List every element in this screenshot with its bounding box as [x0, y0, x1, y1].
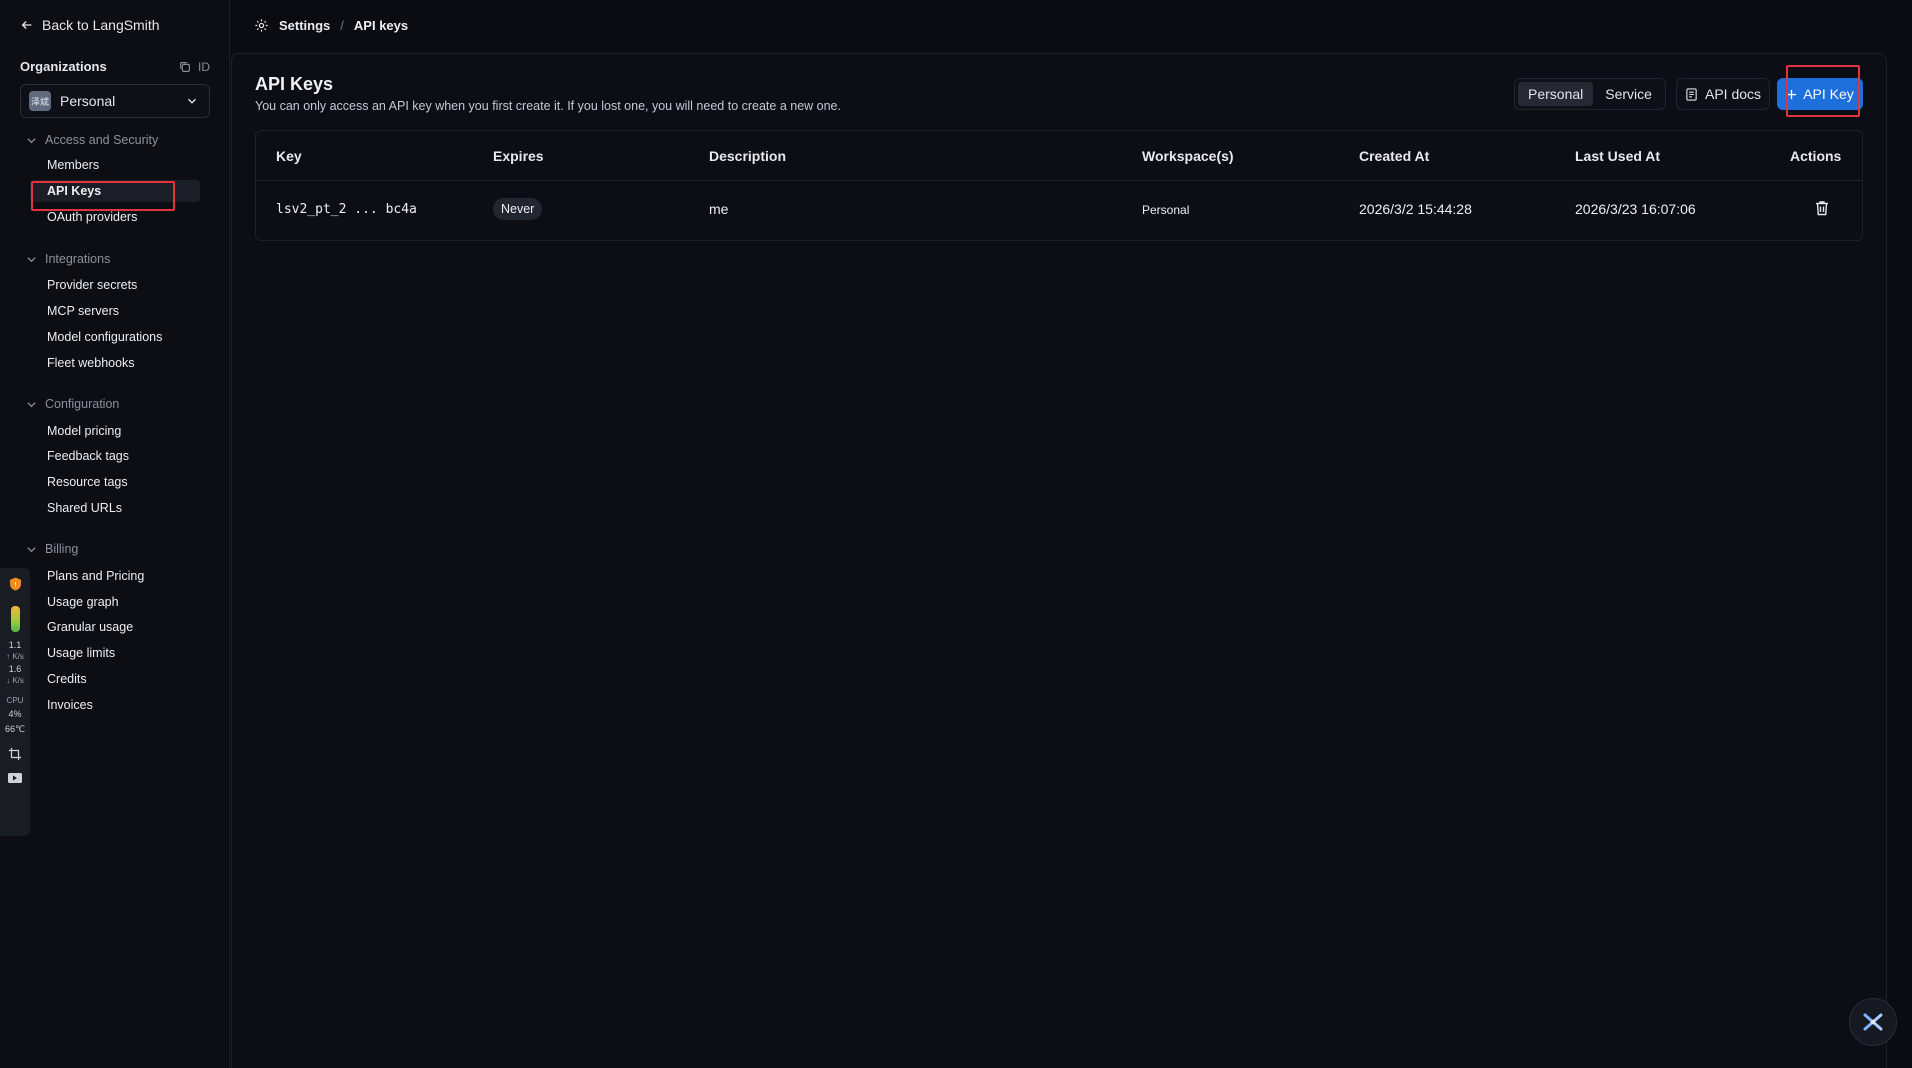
assistant-fab[interactable] — [1849, 998, 1897, 1046]
nav-group-header[interactable]: Configuration — [26, 397, 119, 411]
sidebar-item-usage-graph[interactable]: Usage graph — [47, 595, 119, 609]
sidebar-item-feedback-tags[interactable]: Feedback tags — [47, 449, 129, 463]
table-header: Key Expires Description Workspace(s) Cre… — [256, 131, 1862, 181]
sidebar-item-provider-secrets[interactable]: Provider secrets — [47, 278, 137, 292]
main-panel: API Keys You can only access an API key … — [231, 53, 1887, 1068]
breadcrumb: Settings / API keys — [254, 18, 408, 33]
upload-value: 1.1 — [8, 640, 22, 650]
nav-group-label: Billing — [45, 542, 79, 556]
cell-last-used-at: 2026/3/23 16:07:06 — [1575, 201, 1696, 217]
org-id-copy[interactable]: ID — [178, 60, 210, 74]
app-root: Back to LangSmith Organizations ID 泽斌 Pe… — [0, 0, 1912, 1068]
chevron-down-icon — [27, 137, 36, 143]
cpu-label: CPU — [6, 696, 24, 705]
download-rate: 1.6 ↓ K/s — [6, 664, 24, 685]
sidebar-item-oauth-providers[interactable]: OAuth providers — [47, 210, 137, 224]
back-link[interactable]: Back to LangSmith — [20, 17, 160, 33]
sidebar-item-invoices[interactable]: Invoices — [47, 698, 93, 712]
nav-group-label: Integrations — [45, 252, 111, 266]
table-row: lsv2_pt_2 ... bc4a Never me Personal 202… — [256, 181, 1862, 241]
chevron-down-icon — [27, 401, 36, 407]
sidebar: Back to LangSmith Organizations ID 泽斌 Pe… — [0, 0, 230, 1068]
key-type-toggle: Personal Service — [1514, 78, 1666, 110]
org-id-label: ID — [198, 59, 210, 74]
nav-group-label: Configuration — [45, 397, 120, 411]
sidebar-item-shared-urls[interactable]: Shared URLs — [47, 501, 122, 515]
column-header-description: Description — [709, 148, 787, 164]
expires-badge: Never — [493, 198, 543, 220]
column-header-key: Key — [276, 148, 302, 164]
sidebar-item-model-pricing[interactable]: Model pricing — [47, 424, 121, 438]
cell-workspace: Personal — [1142, 203, 1190, 217]
temperature-value: 66℃ — [4, 724, 26, 734]
sidebar-item-api-keys[interactable]: API Keys — [30, 180, 200, 202]
page-subtitle: You can only access an API key when you … — [255, 99, 841, 113]
chevron-down-icon — [188, 98, 196, 104]
column-header-last-used-at: Last Used At — [1575, 148, 1661, 164]
crop-icon[interactable] — [7, 747, 23, 761]
sidebar-item-fleet-webhooks[interactable]: Fleet webhooks — [47, 356, 135, 370]
org-avatar: 泽斌 — [29, 91, 51, 111]
column-header-expires: Expires — [493, 148, 544, 164]
svg-text:!: ! — [14, 580, 17, 589]
cell-created-at: 2026/3/2 15:44:28 — [1359, 201, 1472, 217]
chevron-down-icon — [27, 546, 36, 552]
plus-icon — [1787, 89, 1797, 99]
system-monitor[interactable]: ! 1.1 ↑ K/s 1.6 ↓ K/s CPU 4% 66℃ — [0, 568, 30, 836]
api-keys-table: Key Expires Description Workspace(s) Cre… — [255, 130, 1863, 241]
chevron-down-icon — [27, 256, 36, 262]
sidebar-item-resource-tags[interactable]: Resource tags — [47, 475, 128, 489]
toggle-personal[interactable]: Personal — [1518, 82, 1594, 106]
api-docs-button[interactable]: API docs — [1676, 78, 1770, 110]
nav-group-configuration: Configuration Model pricing Feedback tag… — [26, 397, 129, 515]
memory-gauge — [10, 606, 20, 632]
column-header-workspaces: Workspace(s) — [1142, 148, 1234, 164]
org-selector[interactable]: 泽斌 Personal — [20, 84, 210, 118]
upload-unit: K/s — [12, 652, 24, 661]
upload-rate: 1.1 ↑ K/s — [6, 640, 24, 661]
nav-group-integrations: Integrations Provider secrets MCP server… — [26, 252, 162, 370]
sidebar-item-members[interactable]: Members — [47, 158, 99, 172]
download-value: 1.6 — [8, 664, 22, 674]
arrow-left-icon — [21, 21, 32, 29]
video-record-icon[interactable] — [7, 771, 23, 785]
copy-icon — [180, 61, 190, 72]
shield-icon: ! — [9, 577, 21, 591]
sidebar-item-usage-limits[interactable]: Usage limits — [47, 646, 115, 660]
nav-group-access-security: Access and Security Members API Keys OAu… — [26, 133, 200, 224]
org-title: Organizations — [20, 59, 107, 74]
nav-group-header[interactable]: Access and Security — [26, 133, 158, 147]
cpu-value: 4% — [8, 709, 22, 719]
trash-icon[interactable] — [1813, 199, 1831, 217]
org-header: Organizations ID — [20, 59, 210, 74]
toggle-service[interactable]: Service — [1595, 82, 1662, 106]
sidebar-item-credits[interactable]: Credits — [47, 672, 87, 686]
back-link-label: Back to LangSmith — [42, 17, 160, 33]
assistant-logo-icon — [1863, 1013, 1883, 1031]
breadcrumb-settings[interactable]: Settings — [279, 18, 330, 33]
sidebar-item-granular-usage[interactable]: Granular usage — [47, 620, 133, 634]
breadcrumb-current: API keys — [353, 18, 409, 33]
breadcrumb-separator: / — [340, 18, 344, 33]
cell-key: lsv2_pt_2 ... bc4a — [276, 202, 417, 217]
document-icon — [1686, 87, 1697, 101]
page-title: API Keys — [255, 74, 334, 94]
nav-group-billing: Billing Plans and Pricing Usage graph Gr… — [26, 542, 144, 712]
sidebar-item-plans-pricing[interactable]: Plans and Pricing — [47, 569, 144, 583]
column-header-created-at: Created At — [1359, 148, 1430, 164]
gear-icon — [255, 19, 268, 32]
download-unit: K/s — [12, 676, 24, 685]
cell-description: me — [709, 201, 729, 217]
add-api-key-button[interactable]: API Key — [1777, 78, 1863, 110]
sidebar-item-model-configurations[interactable]: Model configurations — [47, 330, 162, 344]
api-docs-label: API docs — [1704, 86, 1762, 102]
nav-group-header[interactable]: Integrations — [26, 252, 110, 266]
sidebar-item-mcp-servers[interactable]: MCP servers — [47, 304, 119, 318]
org-selected-name: Personal — [60, 93, 116, 109]
nav-group-label: Access and Security — [45, 133, 159, 147]
nav-group-header[interactable]: Billing — [26, 542, 78, 556]
column-header-actions: Actions — [1790, 148, 1842, 164]
add-api-key-label: API Key — [1803, 86, 1854, 102]
